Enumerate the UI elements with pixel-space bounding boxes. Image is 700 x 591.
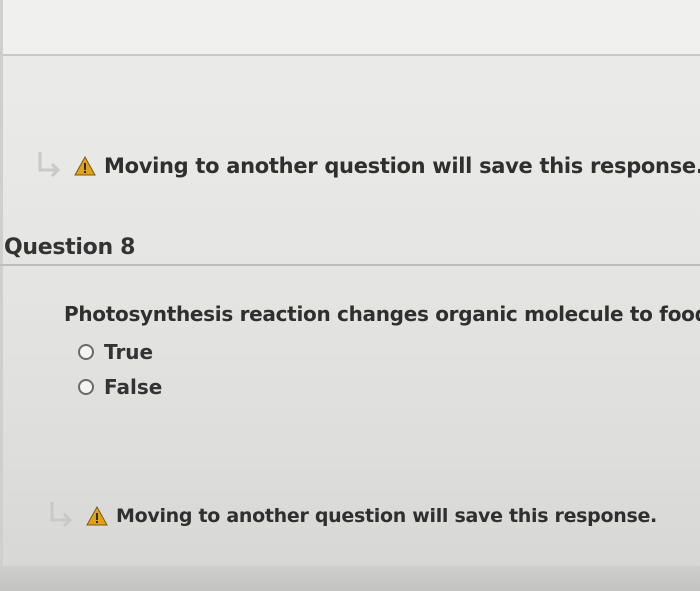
option-true[interactable]: True xyxy=(78,340,153,364)
radio-false[interactable] xyxy=(78,379,94,395)
option-true-label: True xyxy=(104,340,154,364)
save-warning-text: Moving to another question will save thi… xyxy=(104,154,700,178)
question-divider xyxy=(0,264,700,266)
top-panel xyxy=(0,0,700,56)
return-arrow-icon xyxy=(46,500,78,532)
warning-icon xyxy=(86,505,108,526)
warning-icon xyxy=(74,155,96,176)
save-warning-top: Moving to another question will save thi… xyxy=(34,150,700,182)
radio-true[interactable] xyxy=(78,344,94,360)
return-arrow-icon xyxy=(34,150,66,182)
question-prompt: Photosynthesis reaction changes organic … xyxy=(64,302,700,326)
option-false[interactable]: False xyxy=(78,375,162,399)
save-warning-text: Moving to another question will save thi… xyxy=(116,505,657,527)
save-warning-bottom: Moving to another question will save thi… xyxy=(46,500,657,532)
left-border xyxy=(0,0,3,591)
option-false-label: False xyxy=(104,375,163,399)
bottom-edge xyxy=(0,566,700,591)
question-title: Question 8 xyxy=(4,235,136,260)
